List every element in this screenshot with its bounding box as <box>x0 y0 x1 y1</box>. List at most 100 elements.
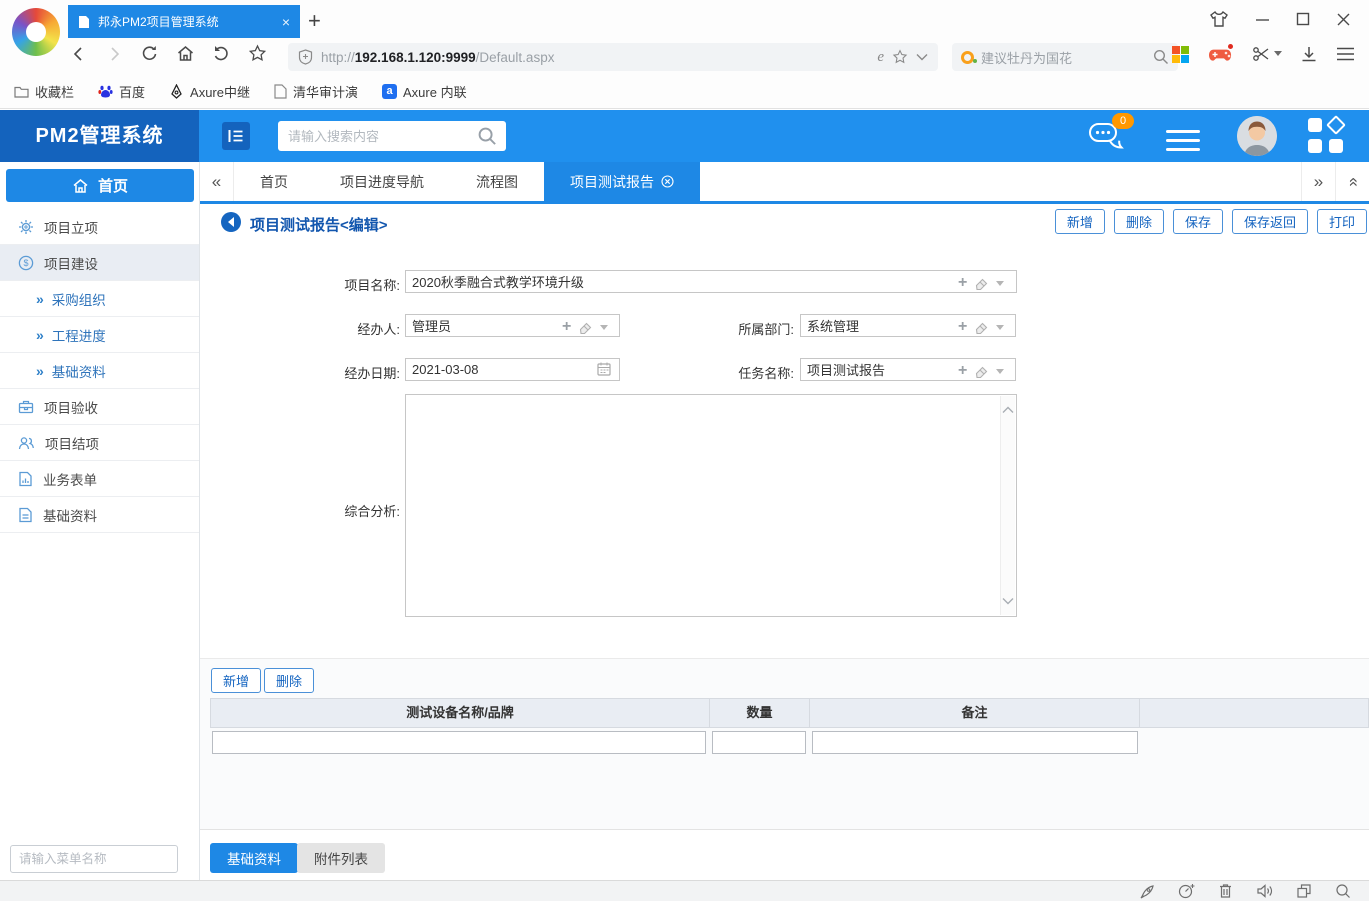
dropdown-caret-icon[interactable] <box>996 325 1004 330</box>
calendar-picker[interactable] <box>596 361 612 377</box>
scroll-up-icon[interactable] <box>1002 406 1014 414</box>
detail-delete-button[interactable]: 删除 <box>264 668 314 693</box>
browser-menu-icon[interactable] <box>1336 46 1355 62</box>
tab-home[interactable]: 首页 <box>234 162 314 201</box>
dropdown-caret-icon[interactable] <box>600 325 608 330</box>
app-menu-button[interactable] <box>1166 124 1200 157</box>
tabs-scroll-left-icon[interactable]: « <box>200 162 234 201</box>
bookmark-axure-intranet[interactable]: a Axure 内联 <box>382 82 467 101</box>
home-icon[interactable] <box>176 44 195 63</box>
favorite-star-icon[interactable] <box>248 44 267 63</box>
maximize-icon[interactable] <box>1296 12 1310 26</box>
game-center-icon[interactable] <box>1208 44 1234 64</box>
date-input[interactable] <box>405 358 620 381</box>
sidebar-item-business-forms[interactable]: 业务表单 <box>0 461 199 497</box>
analysis-textarea[interactable] <box>405 394 1017 617</box>
sidebar-item-project-initiation[interactable]: 项目立项 <box>0 209 199 245</box>
undo-icon[interactable] <box>212 44 231 63</box>
sidebar-item-project-construction[interactable]: $ 项目建设 <box>0 245 199 281</box>
quantity-cell-input[interactable] <box>712 731 806 754</box>
boost-rocket-icon[interactable] <box>1139 883 1155 899</box>
screenshot-tool[interactable] <box>1252 45 1282 63</box>
eraser-icon[interactable] <box>578 320 593 335</box>
bookmark-folder[interactable]: 收藏栏 <box>14 82 74 101</box>
bookmark-tsinghua-audit[interactable]: 清华审计演 <box>274 82 358 101</box>
dropdown-caret-icon[interactable] <box>996 281 1004 286</box>
sidebar-item-basic-data-sub[interactable]: » 基础资料 <box>0 353 199 389</box>
tab-flowchart[interactable]: 流程图 <box>450 162 544 201</box>
bookmark-star-icon[interactable] <box>892 49 908 65</box>
sidebar-item-project-closing[interactable]: 项目结项 <box>0 425 199 461</box>
back-icon[interactable] <box>70 45 88 63</box>
trash-cleaner-icon[interactable] <box>1218 883 1233 899</box>
sidebar-item-project-acceptance[interactable]: 项目验收 <box>0 389 199 425</box>
add-item-icon[interactable]: + <box>958 275 967 291</box>
eraser-icon[interactable] <box>974 320 989 335</box>
bookmark-axure-relay[interactable]: Axure中继 <box>169 82 250 101</box>
dropdown-caret-icon[interactable] <box>996 369 1004 374</box>
tab-project-progress-nav[interactable]: 项目进度导航 <box>314 162 450 201</box>
volume-icon[interactable] <box>1256 883 1273 899</box>
project-name-input[interactable] <box>405 270 1017 293</box>
search-icon[interactable] <box>1153 49 1169 65</box>
app-launcher-icon[interactable] <box>1308 118 1344 154</box>
site-grid-icon[interactable] <box>1171 45 1190 64</box>
save-button[interactable]: 保存 <box>1173 209 1223 234</box>
close-icon[interactable] <box>1336 12 1351 27</box>
browser-tab[interactable]: 邦永PM2项目管理系统 × <box>68 5 300 38</box>
bookmark-baidu[interactable]: 百度 <box>98 82 145 101</box>
add-item-icon[interactable]: + <box>958 319 967 335</box>
eraser-icon[interactable] <box>974 364 989 379</box>
browser-search-text[interactable]: 建议牡丹为国花 <box>981 48 1146 67</box>
download-icon[interactable] <box>1300 45 1318 63</box>
screenshot-dropdown-icon[interactable] <box>1274 51 1282 57</box>
eraser-icon[interactable] <box>974 276 989 291</box>
url-text[interactable]: http://192.168.1.120:9999/Default.aspx <box>321 50 869 65</box>
tab-project-test-report[interactable]: 项目测试报告 <box>544 162 700 201</box>
refresh-icon[interactable] <box>140 44 159 63</box>
delete-button[interactable]: 删除 <box>1114 209 1164 234</box>
sidebar-item-basic-data[interactable]: 基础资料 <box>0 497 199 533</box>
browser-logo-icon[interactable] <box>12 8 60 56</box>
forward-icon[interactable] <box>105 45 123 63</box>
scissors-icon[interactable] <box>1252 45 1270 63</box>
app-search-box[interactable] <box>278 121 506 151</box>
detail-add-button[interactable]: 新增 <box>211 668 261 693</box>
tab-close-icon[interactable] <box>661 175 674 188</box>
back-button[interactable] <box>221 212 241 232</box>
new-tab-button[interactable]: + <box>308 8 321 34</box>
url-dropdown-icon[interactable] <box>916 53 928 61</box>
url-bar[interactable]: http://192.168.1.120:9999/Default.aspx e <box>288 43 938 71</box>
tabs-scroll-right-icon[interactable]: » <box>1301 162 1335 201</box>
menu-search-input[interactable] <box>19 852 180 866</box>
minimize-icon[interactable] <box>1255 12 1270 27</box>
sidebar-home-button[interactable]: 首页 <box>6 169 194 202</box>
bottom-tab-attachments[interactable]: 附件列表 <box>297 843 385 873</box>
zoom-search-icon[interactable] <box>1335 883 1351 899</box>
tabs-collapse-icon[interactable]: » <box>1335 162 1369 201</box>
textarea-scrollbar[interactable] <box>1000 396 1015 615</box>
user-avatar[interactable] <box>1237 116 1277 156</box>
app-search-icon[interactable] <box>477 126 498 147</box>
scroll-down-icon[interactable] <box>1002 597 1014 605</box>
add-item-icon[interactable]: + <box>562 319 571 335</box>
remark-cell-input[interactable] <box>812 731 1138 754</box>
tab-close-icon[interactable]: × <box>282 14 290 30</box>
window-layout-icon[interactable] <box>1296 883 1312 899</box>
theme-skin-icon[interactable] <box>1209 10 1229 28</box>
browser-search-box[interactable]: 建议牡丹为国花 <box>952 43 1178 71</box>
calendar-icon <box>596 361 612 377</box>
menu-search-box[interactable] <box>10 845 178 873</box>
ie-mode-icon[interactable]: e <box>877 49 884 66</box>
app-search-input[interactable] <box>288 129 477 144</box>
print-button[interactable]: 打印 <box>1317 209 1367 234</box>
device-name-cell-input[interactable] <box>212 731 706 754</box>
save-return-button[interactable]: 保存返回 <box>1232 209 1308 234</box>
sidebar-toggle-button[interactable] <box>222 122 250 150</box>
sidebar-item-engineering-progress[interactable]: » 工程进度 <box>0 317 199 353</box>
sidebar-item-procurement[interactable]: » 采购组织 <box>0 281 199 317</box>
add-button[interactable]: 新增 <box>1055 209 1105 234</box>
speed-mode-icon[interactable] <box>1178 883 1195 899</box>
bottom-tab-basic-data[interactable]: 基础资料 <box>210 843 298 873</box>
add-item-icon[interactable]: + <box>958 363 967 379</box>
